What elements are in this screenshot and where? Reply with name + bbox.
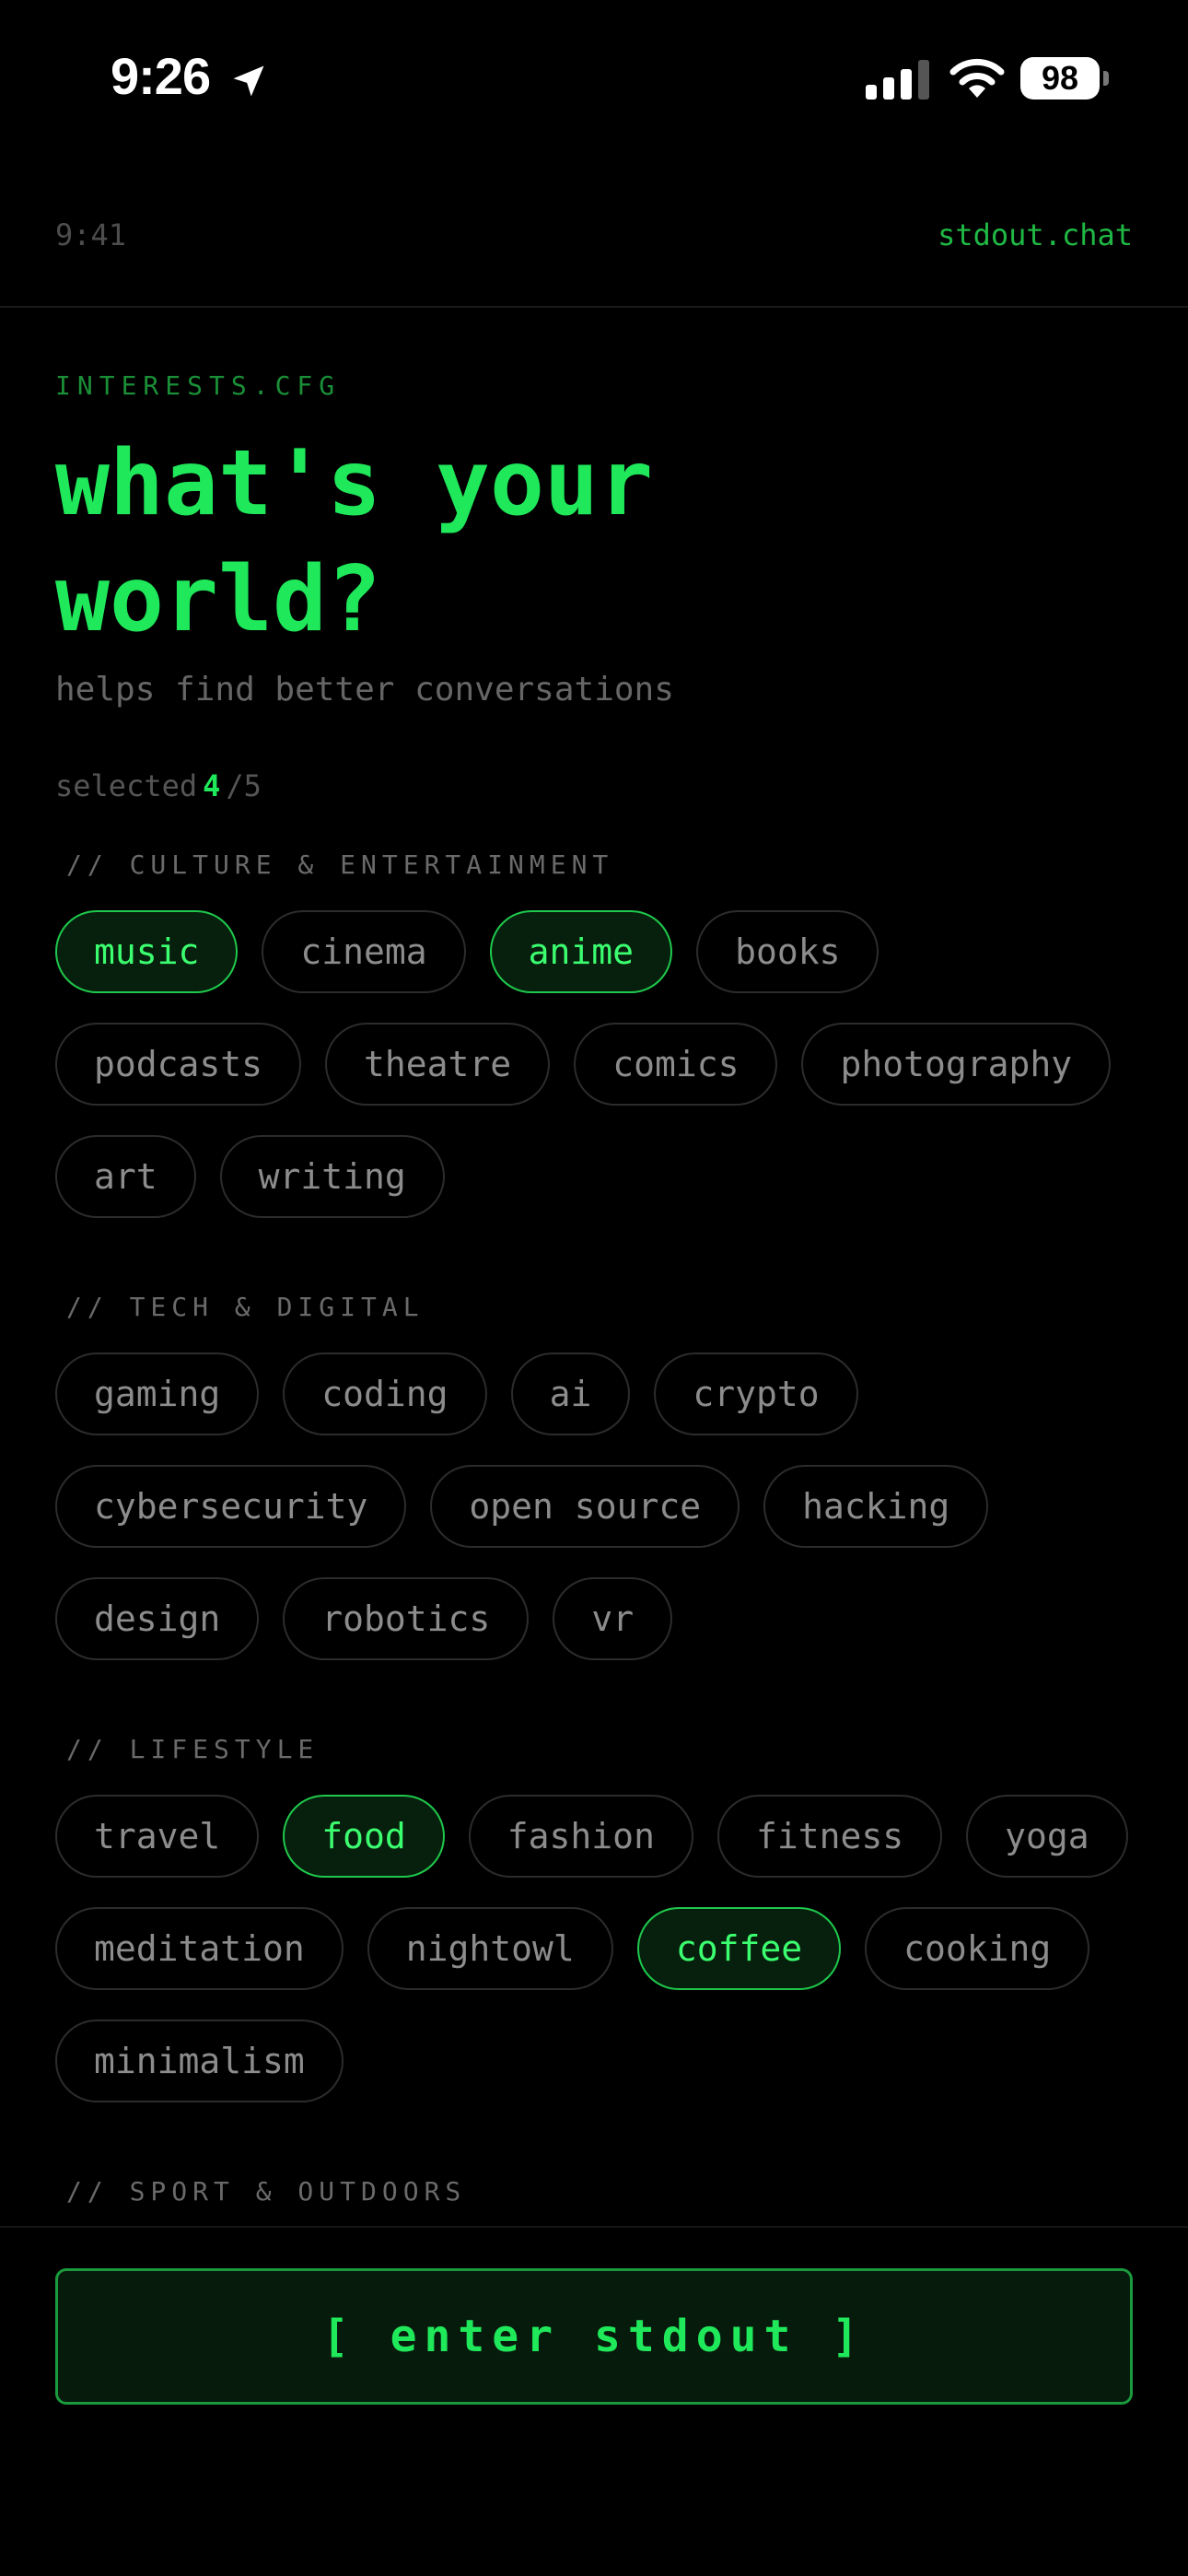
chip-travel[interactable]: travel (55, 1795, 260, 1878)
chip-group-lifestyle: travel food fashion fitness yoga meditat… (55, 1795, 1142, 2102)
chip-cooking[interactable]: cooking (865, 1907, 1090, 1990)
chip-art[interactable]: art (55, 1135, 196, 1218)
section-tag: INTERESTS.CFG (55, 370, 342, 401)
chip-cybersecurity[interactable]: cybersecurity (55, 1465, 407, 1548)
chip-theatre[interactable]: theatre (325, 1023, 551, 1106)
battery-level: 98 (1020, 57, 1100, 100)
chip-group-tech: gaming coding ai crypto cybersecurity op… (55, 1352, 1142, 1660)
chip-gaming[interactable]: gaming (55, 1352, 260, 1435)
chip-coding[interactable]: coding (283, 1352, 487, 1435)
app-clock: 9:41 (55, 217, 127, 252)
chip-ai[interactable]: ai (510, 1352, 631, 1435)
wifi-icon (949, 58, 1005, 98)
footer-divider (0, 2226, 1188, 2228)
subtitle: helps find better conversations (55, 671, 674, 708)
chip-photography[interactable]: photography (801, 1023, 1112, 1106)
battery-cap (1103, 71, 1109, 86)
chip-minimalism[interactable]: minimalism (55, 2020, 344, 2102)
chip-cinema[interactable]: cinema (262, 910, 466, 993)
counter-max: /5 (226, 768, 262, 803)
chip-crypto[interactable]: crypto (654, 1352, 858, 1435)
category-header-culture: // CULTURE & ENTERTAINMENT (66, 849, 614, 880)
brand-link[interactable]: stdout.chat (938, 217, 1133, 252)
enter-stdout-button[interactable]: [ enter stdout ] (55, 2268, 1133, 2405)
chip-books[interactable]: books (696, 910, 879, 993)
app-header: 9:41 stdout.chat (0, 158, 1188, 308)
category-header-sport: // SPORT & OUTDOORS (66, 2176, 467, 2207)
chip-yoga[interactable]: yoga (966, 1795, 1128, 1878)
battery-icon: 98 (1020, 57, 1112, 100)
chip-music[interactable]: music (55, 910, 239, 993)
chip-anime[interactable]: anime (489, 910, 673, 993)
cellular-signal-icon (866, 60, 929, 100)
selection-counter: selected 4/5 (55, 768, 262, 803)
chip-fitness[interactable]: fitness (716, 1795, 943, 1878)
chip-writing[interactable]: writing (219, 1135, 445, 1218)
counter-count: 4 (203, 768, 221, 803)
chip-hacking[interactable]: hacking (763, 1465, 989, 1548)
chip-coffee[interactable]: coffee (636, 1907, 842, 1990)
page-title: what's your world? (55, 431, 654, 652)
counter-label: selected (55, 768, 198, 803)
category-header-lifestyle: // LIFESTYLE (66, 1734, 320, 1764)
chip-design[interactable]: design (55, 1577, 260, 1660)
chip-food[interactable]: food (283, 1795, 445, 1878)
chip-open-source[interactable]: open source (430, 1465, 740, 1548)
chip-robotics[interactable]: robotics (283, 1577, 530, 1660)
chip-vr[interactable]: vr (553, 1577, 673, 1660)
status-time: 9:26 (111, 47, 211, 105)
chip-group-culture: music cinema anime books podcasts theatr… (55, 910, 1142, 1218)
chip-comics[interactable]: comics (574, 1023, 778, 1106)
chip-nightowl[interactable]: nightowl (367, 1907, 613, 1990)
category-header-tech: // TECH & DIGITAL (66, 1292, 425, 1322)
status-bar: 9:26 98 (0, 0, 1188, 158)
chip-podcasts[interactable]: podcasts (55, 1023, 302, 1106)
chip-meditation[interactable]: meditation (55, 1907, 344, 1990)
chip-fashion[interactable]: fashion (468, 1795, 693, 1878)
location-arrow-icon (233, 65, 264, 97)
